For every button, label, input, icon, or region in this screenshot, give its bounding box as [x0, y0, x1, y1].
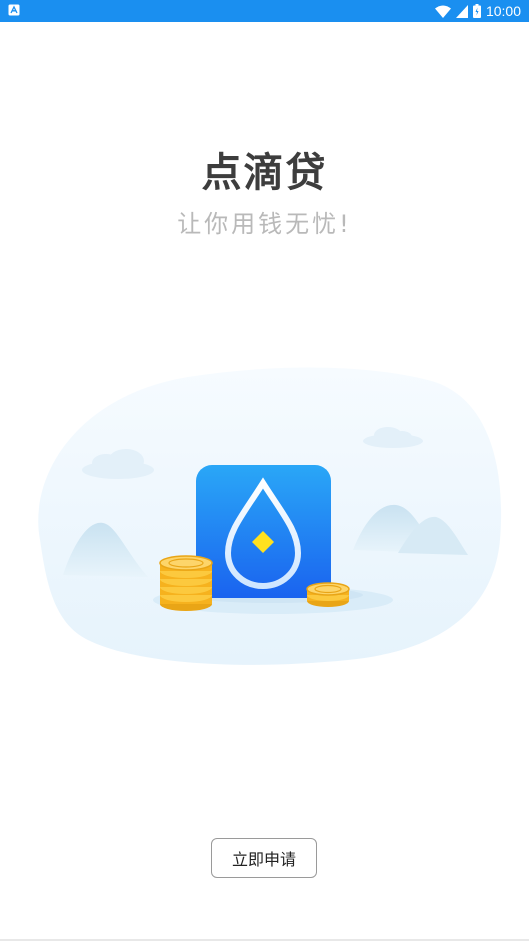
notification-icon [8, 4, 20, 16]
wifi-icon [434, 5, 451, 18]
status-bar: 10:00 [0, 0, 529, 22]
battery-icon [472, 4, 481, 18]
apply-now-button[interactable]: 立即申请 [211, 838, 317, 878]
signal-icon [455, 4, 468, 18]
app-slogan: 让你用钱无忧! [177, 210, 352, 238]
status-time: 10:00 [485, 3, 521, 19]
coin-stack-icon [306, 582, 350, 607]
water-drop-app-icon [196, 465, 331, 598]
coin-stack-icon [159, 555, 213, 611]
illustration [38, 367, 502, 665]
app-title: 点滴贷 [201, 150, 328, 196]
